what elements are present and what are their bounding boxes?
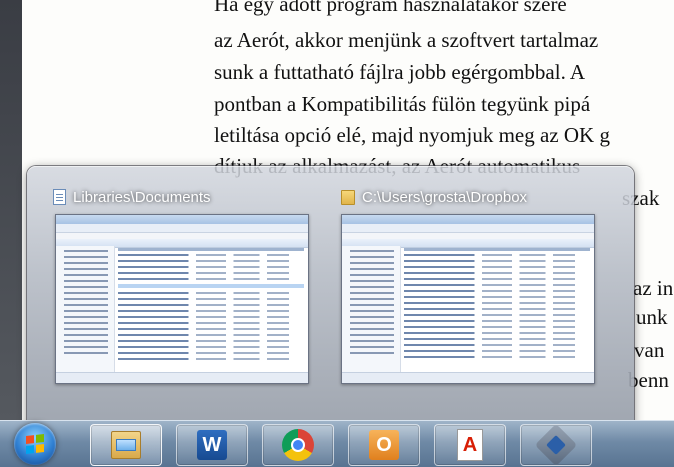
document-line: pontban a Kompatibilitás fülön tegyünk p… — [214, 92, 591, 116]
windows-start-icon[interactable] — [14, 423, 56, 465]
virtualbox-icon — [534, 423, 578, 467]
preview-title: C:\Users\grosta\Dropbox — [362, 188, 528, 206]
document-fragment: van — [634, 338, 665, 362]
document-line: az Aerót, akkor menjünk a szoftvert tart… — [214, 28, 599, 52]
document-left-margin — [0, 0, 22, 420]
word-icon: W — [197, 430, 227, 460]
preview-window-dropbox[interactable]: C:\Users\grosta\Dropbox — [341, 186, 595, 384]
chrome-icon — [282, 429, 314, 461]
taskbar-thumbnail-preview: Libraries\Documents C:\Users\grosta\Drop… — [27, 166, 634, 436]
taskbar-button-outlook[interactable]: O — [348, 424, 420, 466]
window-thumbnail[interactable] — [341, 214, 595, 384]
document-line: sunk a futtatható fájlra jobb egérgombba… — [214, 60, 586, 84]
document-fragment: unk — [636, 305, 668, 329]
document-line: letiltása opció elé, majd nyomjuk meg az… — [214, 123, 610, 147]
taskbar-button-explorer[interactable] — [90, 424, 162, 466]
document-fragment: az in — [633, 276, 674, 300]
pdf-icon: A — [457, 429, 483, 461]
folder-icon — [341, 189, 355, 205]
taskbar: W O A — [0, 420, 674, 467]
taskbar-button-word[interactable]: W — [176, 424, 248, 466]
taskbar-button-virtualbox[interactable] — [520, 423, 592, 467]
outlook-icon: O — [369, 430, 399, 460]
taskbar-button-chrome[interactable] — [262, 424, 334, 466]
document-line: Ha egy adott program használatakor szere — [214, 0, 567, 16]
document-fragment: benn — [628, 368, 669, 392]
window-thumbnail[interactable] — [55, 214, 309, 384]
folder-explorer-icon — [111, 431, 141, 459]
preview-title: Libraries\Documents — [73, 188, 211, 206]
taskbar-button-adobe-reader[interactable]: A — [434, 424, 506, 466]
preview-window-documents[interactable]: Libraries\Documents — [53, 186, 309, 384]
library-document-icon — [53, 189, 66, 205]
